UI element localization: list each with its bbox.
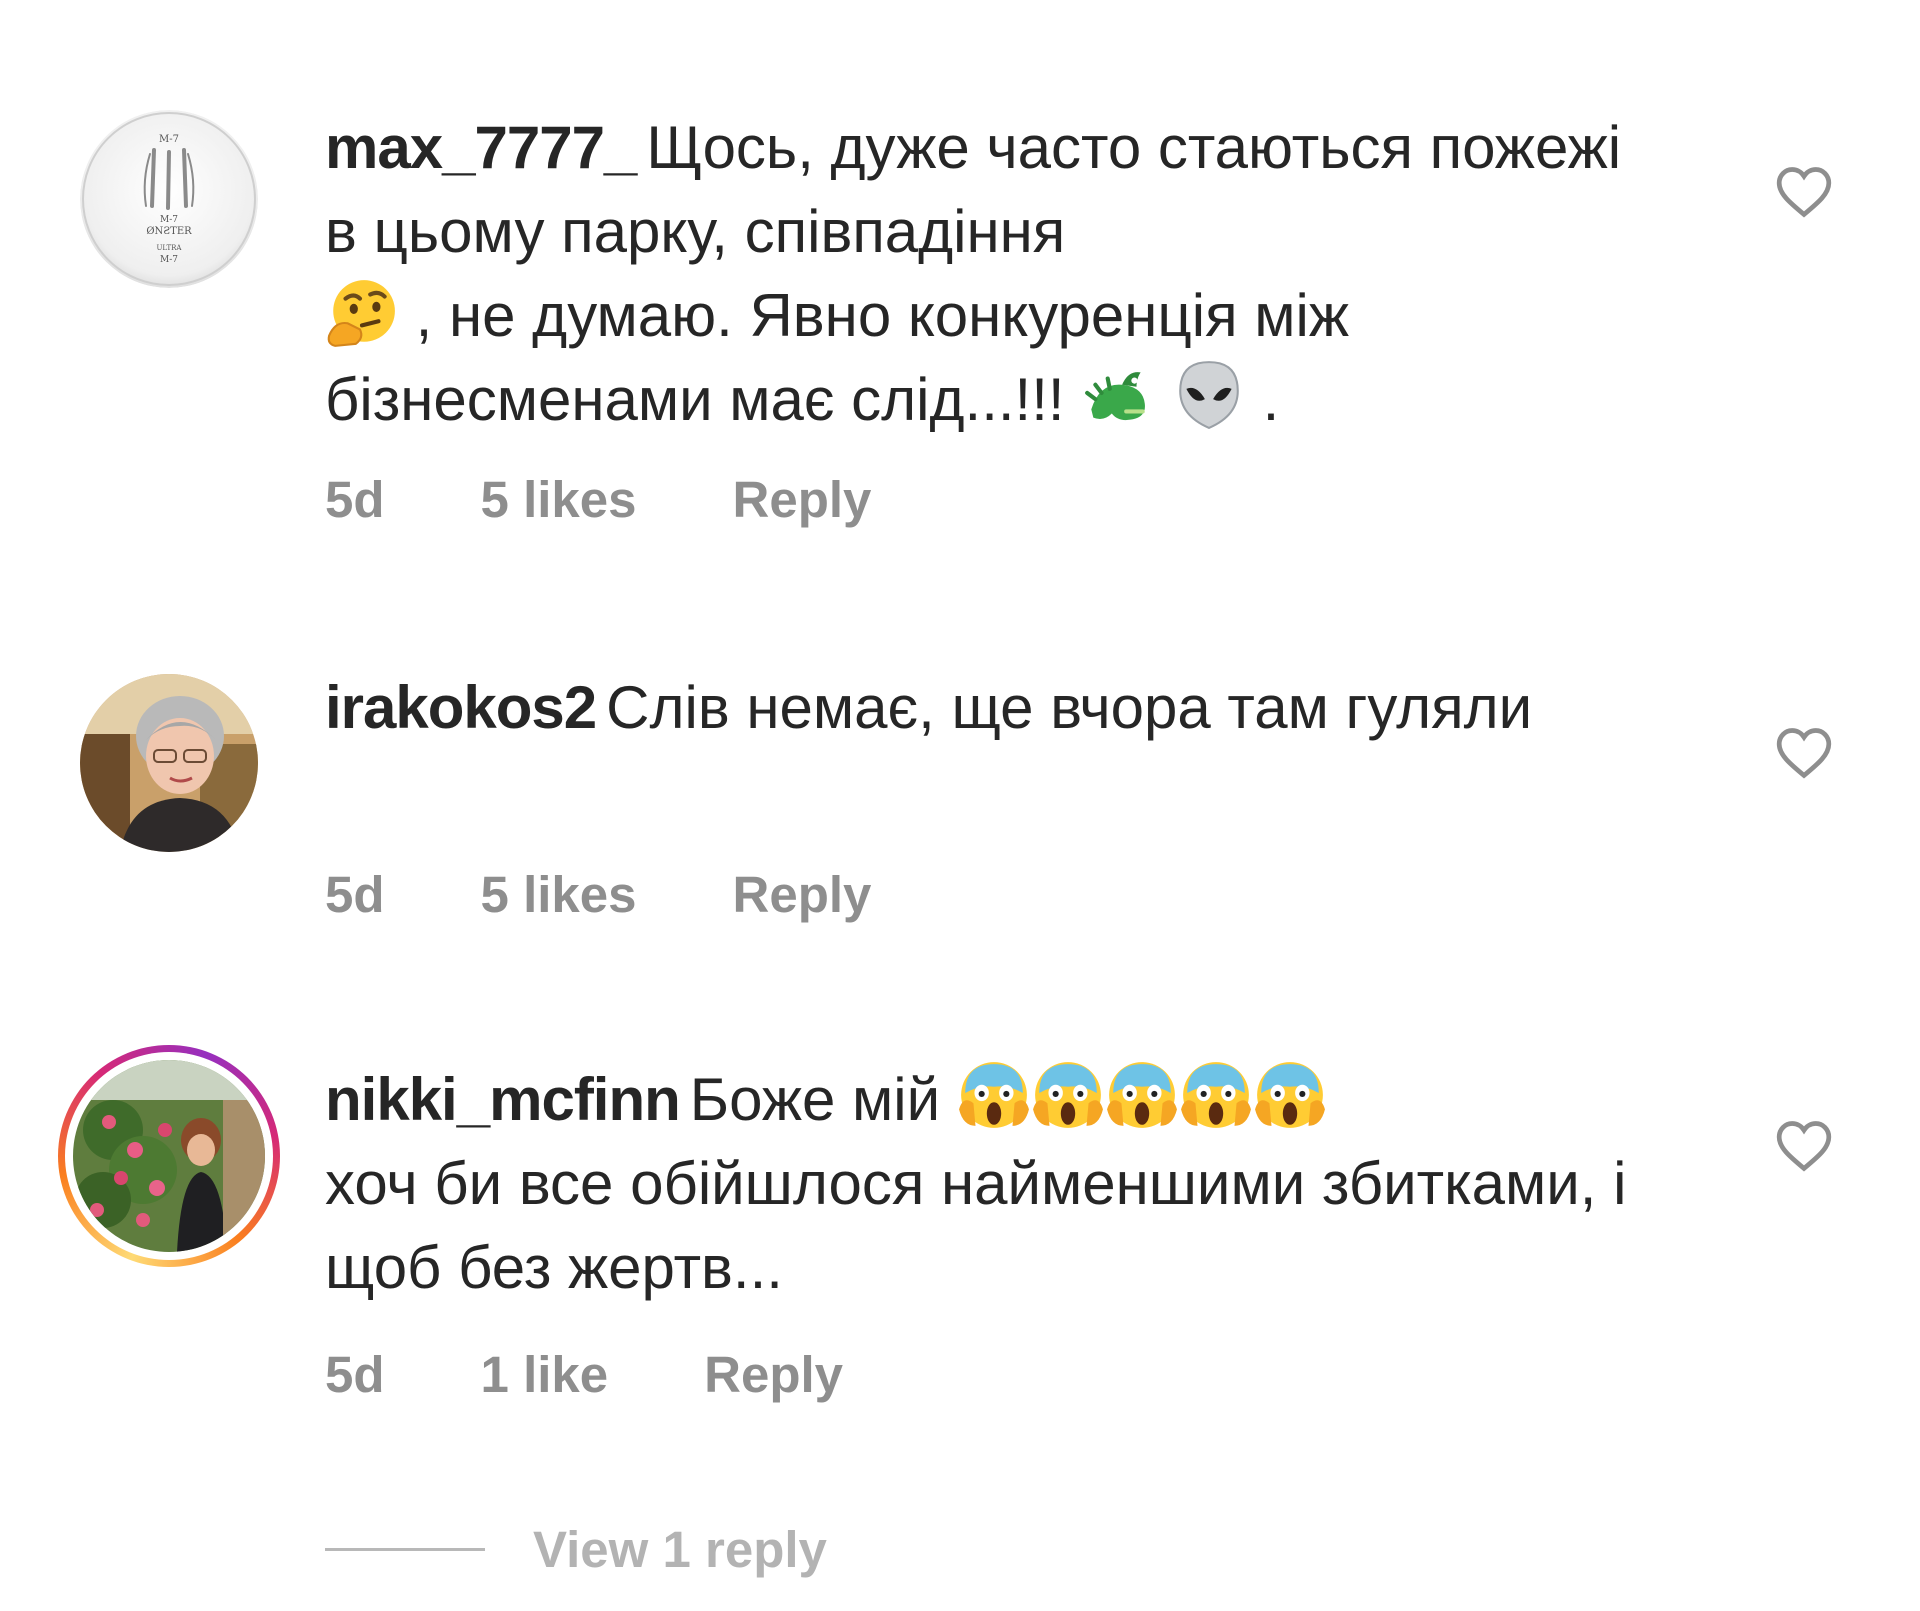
screaming-face-emoji bbox=[1106, 1062, 1177, 1128]
comment-likes-count[interactable]: 5 likes bbox=[481, 471, 637, 528]
comment-text: хоч би все обійшлося найменшими збитками… bbox=[325, 1150, 1627, 1301]
comment-timestamp[interactable]: 5d bbox=[325, 866, 385, 923]
comment-body: nikki_mcfinn Боже мій хоч би все обійшлос… bbox=[325, 1058, 1655, 1310]
avatar[interactable] bbox=[73, 1060, 265, 1252]
comment-likes-count[interactable]: 5 likes bbox=[481, 866, 637, 923]
screaming-face-emoji bbox=[1032, 1062, 1103, 1128]
user-photo-avatar-image bbox=[80, 674, 258, 852]
screaming-face-emoji bbox=[958, 1062, 1029, 1128]
comment-body: max_7777_ Щось, дуже часто стаються пожеж… bbox=[325, 106, 1655, 442]
dragon-emoji bbox=[1085, 372, 1146, 421]
comment-meta: 5d 5 likes Reply bbox=[325, 470, 967, 529]
avatar[interactable] bbox=[80, 674, 258, 852]
svg-text:M-7: M-7 bbox=[160, 255, 178, 265]
screaming-face-emoji bbox=[1180, 1062, 1251, 1128]
user-photo-avatar-image bbox=[73, 1060, 265, 1252]
emoji-group bbox=[957, 1062, 1327, 1133]
reply-button[interactable]: Reply bbox=[733, 866, 872, 923]
alien-emoji bbox=[1179, 361, 1239, 430]
comment-timestamp[interactable]: 5d bbox=[325, 471, 385, 528]
screaming-face-emoji bbox=[1254, 1062, 1325, 1128]
comment-likes-count[interactable]: 1 like bbox=[481, 1346, 609, 1403]
heart-icon[interactable] bbox=[1775, 727, 1833, 779]
story-ring[interactable] bbox=[58, 1045, 280, 1267]
comment-username[interactable]: max_7777_ bbox=[325, 114, 637, 181]
monster-can-avatar-image: M-7 M-7 ØNƧTER ULTRA M-7 bbox=[80, 110, 258, 288]
replies-divider-line bbox=[325, 1548, 485, 1551]
comment-username[interactable]: irakokos2 bbox=[325, 674, 597, 741]
comment-body: irakokos2 Слів немає, ще вчора там гуляли bbox=[325, 666, 1655, 750]
reply-button[interactable]: Reply bbox=[733, 471, 872, 528]
comment-text: Слів немає, ще вчора там гуляли bbox=[606, 674, 1533, 741]
comment-username[interactable]: nikki_mcfinn bbox=[325, 1066, 681, 1133]
svg-text:M-7: M-7 bbox=[160, 215, 178, 225]
svg-text:M-7: M-7 bbox=[159, 134, 179, 145]
thinking-face-emoji bbox=[327, 280, 395, 347]
comment-meta: 5d 5 likes Reply bbox=[325, 865, 967, 924]
comment-text: Боже мій bbox=[689, 1066, 941, 1133]
view-replies-label: View 1 reply bbox=[533, 1521, 827, 1578]
avatar[interactable]: M-7 M-7 ØNƧTER ULTRA M-7 bbox=[80, 110, 258, 288]
comment-meta: 5d 1 like Reply bbox=[325, 1345, 939, 1404]
comment-timestamp[interactable]: 5d bbox=[325, 1346, 385, 1403]
comment-text: . bbox=[1262, 366, 1280, 433]
view-replies-button[interactable]: View 1 reply bbox=[325, 1520, 827, 1579]
heart-icon[interactable] bbox=[1775, 166, 1833, 218]
svg-text:ULTRA: ULTRA bbox=[157, 244, 183, 252]
reply-button[interactable]: Reply bbox=[704, 1346, 843, 1403]
heart-icon[interactable] bbox=[1775, 1120, 1833, 1172]
svg-text:ØNƧTER: ØNƧTER bbox=[146, 226, 192, 237]
